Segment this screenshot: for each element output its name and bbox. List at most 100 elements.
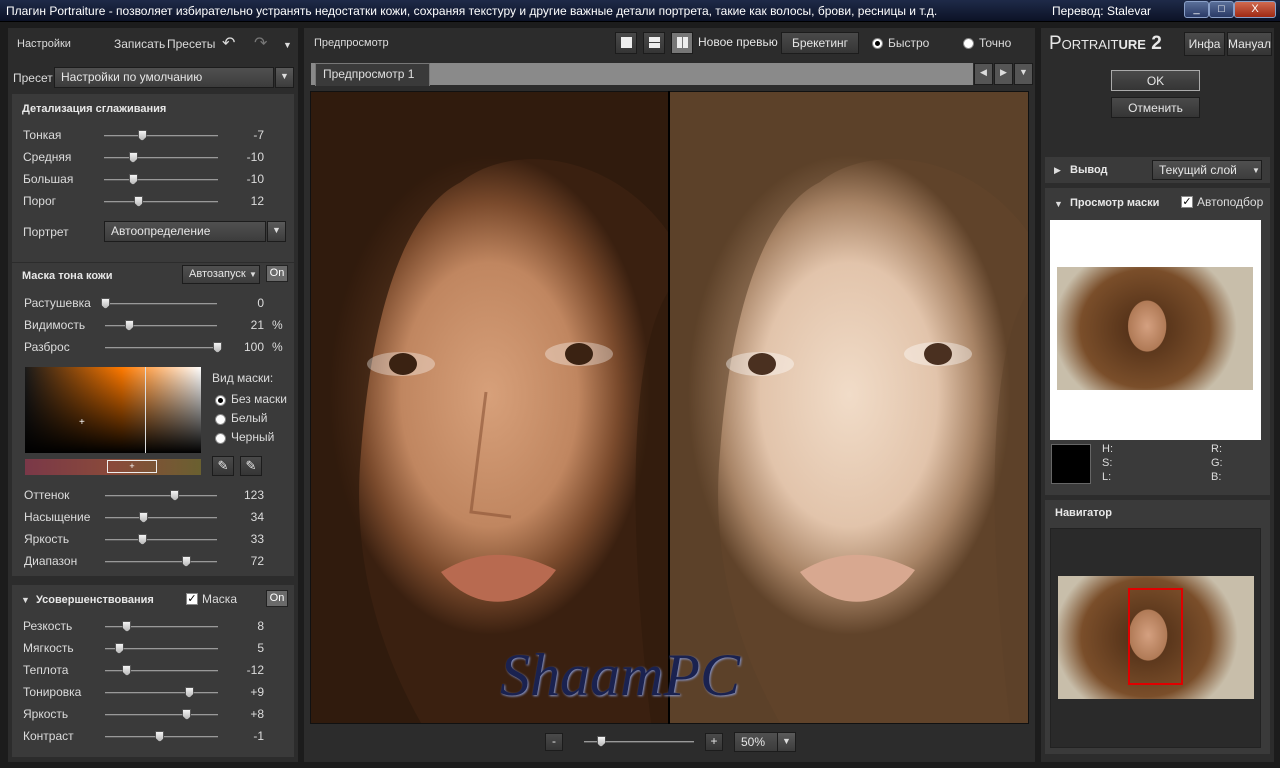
skin-range-slider-knob[interactable] <box>181 556 191 567</box>
enh-warmth-row: Теплота -12 <box>12 660 294 680</box>
enh-contrast-slider-knob[interactable] <box>155 731 165 742</box>
preset-dropdown-arrow-icon[interactable]: ▼ <box>275 67 294 88</box>
detail-threshold-slider-knob[interactable] <box>134 196 144 207</box>
enh-softness-slider-knob[interactable] <box>114 643 124 654</box>
skin-saturation-slider[interactable] <box>105 512 217 523</box>
undo-icon[interactable]: ↶ <box>222 33 235 53</box>
zoom-slider-knob[interactable] <box>596 736 606 747</box>
eyedropper-plus-icon[interactable]: ✎ <box>240 456 262 476</box>
tab-scroll-left-icon[interactable]: ◀ <box>974 63 993 85</box>
fast-radio[interactable] <box>872 38 883 49</box>
enh-brightness-slider[interactable] <box>105 709 218 720</box>
tab-scroll-right-icon[interactable]: ▶ <box>994 63 1013 85</box>
detail-large-slider-knob[interactable] <box>128 174 138 185</box>
tab-menu-icon[interactable]: ▼ <box>1014 63 1033 85</box>
enh-warmth-slider-knob[interactable] <box>122 665 132 676</box>
enh-sharpness-slider-knob[interactable] <box>122 621 132 632</box>
skin-brightness-slider-knob[interactable] <box>137 534 147 545</box>
minimize-button[interactable]: _ <box>1184 1 1209 18</box>
zoom-dropdown-arrow-icon[interactable]: ▼ <box>777 732 796 752</box>
preview-panel: Предпросмотр Новое превью Брекетинг Быст… <box>304 28 1035 762</box>
skin-spread-slider[interactable] <box>105 342 222 353</box>
navigator-canvas[interactable] <box>1050 528 1261 748</box>
enh-softness-slider[interactable] <box>105 643 218 654</box>
enh-brightness-slider-knob[interactable] <box>182 709 192 720</box>
skin-hue-slider-knob[interactable] <box>170 490 180 501</box>
saturation-readout: S: <box>1102 457 1113 469</box>
maximize-button[interactable]: □ <box>1209 1 1234 18</box>
toolbar-menu-icon[interactable]: ▼ <box>283 40 292 50</box>
skin-spread-row: Разброс 100% <box>12 337 294 357</box>
precise-label: Точно <box>979 36 1012 50</box>
output-section: ▶ Вывод Текущий слой ▼ <box>1045 157 1270 183</box>
skin-opacity-slider-knob[interactable] <box>124 320 134 331</box>
enh-sharpness-row: Резкость 8 <box>12 616 294 636</box>
split-horizontal-icon[interactable] <box>643 32 665 54</box>
skin-mode-arrow-icon[interactable]: ▼ <box>249 270 257 279</box>
skin-saturation-row: Насыщение 34 <box>12 507 294 527</box>
auto-checkbox[interactable]: ✓ <box>1181 196 1193 208</box>
enh-tint-slider-knob[interactable] <box>184 687 194 698</box>
zoom-slider[interactable] <box>584 736 694 747</box>
color-picker-field[interactable]: + <box>25 367 201 453</box>
settings-menu[interactable]: Настройки <box>17 38 71 50</box>
detail-large-slider[interactable] <box>104 174 218 185</box>
split-vertical-icon[interactable] <box>671 32 693 54</box>
mask-checkbox[interactable]: ✓ <box>186 593 198 605</box>
precise-radio[interactable] <box>963 38 974 49</box>
enh-contrast-label: Контраст <box>23 729 74 743</box>
tab-preview-1[interactable]: Предпросмотр 1 <box>315 63 430 86</box>
navigator-viewport-rect[interactable] <box>1128 588 1183 685</box>
mask-view-radio-0[interactable] <box>215 395 226 406</box>
close-button[interactable]: X <box>1234 1 1276 18</box>
manual-button[interactable]: Мануал <box>1227 32 1272 56</box>
preset-dropdown[interactable]: Настройки по умолчанию <box>54 67 274 88</box>
enh-tint-slider[interactable] <box>105 687 218 698</box>
detail-medium-slider[interactable] <box>104 152 218 163</box>
enh-warmth-slider[interactable] <box>105 665 218 676</box>
detail-fine-slider-knob[interactable] <box>137 130 147 141</box>
mask-preview-collapse-icon[interactable]: ▼ <box>1054 199 1063 209</box>
detail-threshold-slider[interactable] <box>104 196 218 207</box>
skin-mask-on-toggle[interactable]: On <box>266 265 288 282</box>
skin-hue-slider[interactable] <box>105 490 217 501</box>
mask-preview-canvas <box>1050 220 1261 440</box>
enh-sharpness-slider[interactable] <box>105 621 218 632</box>
detail-medium-slider-knob[interactable] <box>128 152 138 163</box>
detail-fine-slider[interactable] <box>104 130 218 141</box>
enh-contrast-slider[interactable] <box>105 731 218 742</box>
mask-view-radio-2[interactable] <box>215 433 226 444</box>
skin-brightness-slider[interactable] <box>105 534 217 545</box>
output-expand-icon[interactable]: ▶ <box>1054 165 1061 176</box>
color-range-bar[interactable]: + <box>25 459 201 475</box>
portrait-dropdown-arrow-icon[interactable]: ▼ <box>267 221 286 242</box>
single-view-icon[interactable] <box>615 32 637 54</box>
skin-range-slider[interactable] <box>105 556 217 567</box>
info-button[interactable]: Инфа <box>1184 32 1225 56</box>
new-preview-button[interactable]: Новое превью <box>698 32 778 54</box>
bracketing-button[interactable]: Брекетинг <box>781 32 859 54</box>
enh-brightness-label: Яркость <box>23 707 69 721</box>
ok-button[interactable]: OK <box>1111 70 1200 91</box>
redo-icon[interactable]: ↷ <box>254 33 267 53</box>
output-dropdown[interactable]: Текущий слой <box>1152 160 1262 180</box>
enhancements-collapse-icon[interactable]: ▼ <box>21 595 30 605</box>
zoom-level-field[interactable]: 50% <box>734 732 778 752</box>
enhancements-on-toggle[interactable]: On <box>266 590 288 607</box>
zoom-out-button[interactable]: - <box>545 733 563 751</box>
window-title: Плагин Portraiture - позволяет избирател… <box>6 4 938 18</box>
zoom-in-button[interactable]: + <box>705 733 723 751</box>
color-picker-cursor-icon: + <box>79 417 85 428</box>
skin-feather-slider[interactable] <box>101 298 217 309</box>
presets-button[interactable]: Пресеты <box>167 37 215 51</box>
skin-opacity-slider[interactable] <box>105 320 217 331</box>
mask-view-radio-1[interactable] <box>215 414 226 425</box>
portrait-dropdown[interactable]: Автоопределение <box>104 221 266 242</box>
skin-saturation-slider-knob[interactable] <box>139 512 149 523</box>
cancel-button[interactable]: Отменить <box>1111 97 1200 118</box>
preview-image-area[interactable]: ShaamPC <box>310 91 1029 724</box>
output-dropdown-arrow-icon[interactable]: ▼ <box>1252 166 1260 175</box>
eyedropper-icon[interactable]: ✎ <box>212 456 234 476</box>
save-button[interactable]: Записать <box>114 37 165 51</box>
skin-feather-slider-knob[interactable] <box>101 298 110 309</box>
